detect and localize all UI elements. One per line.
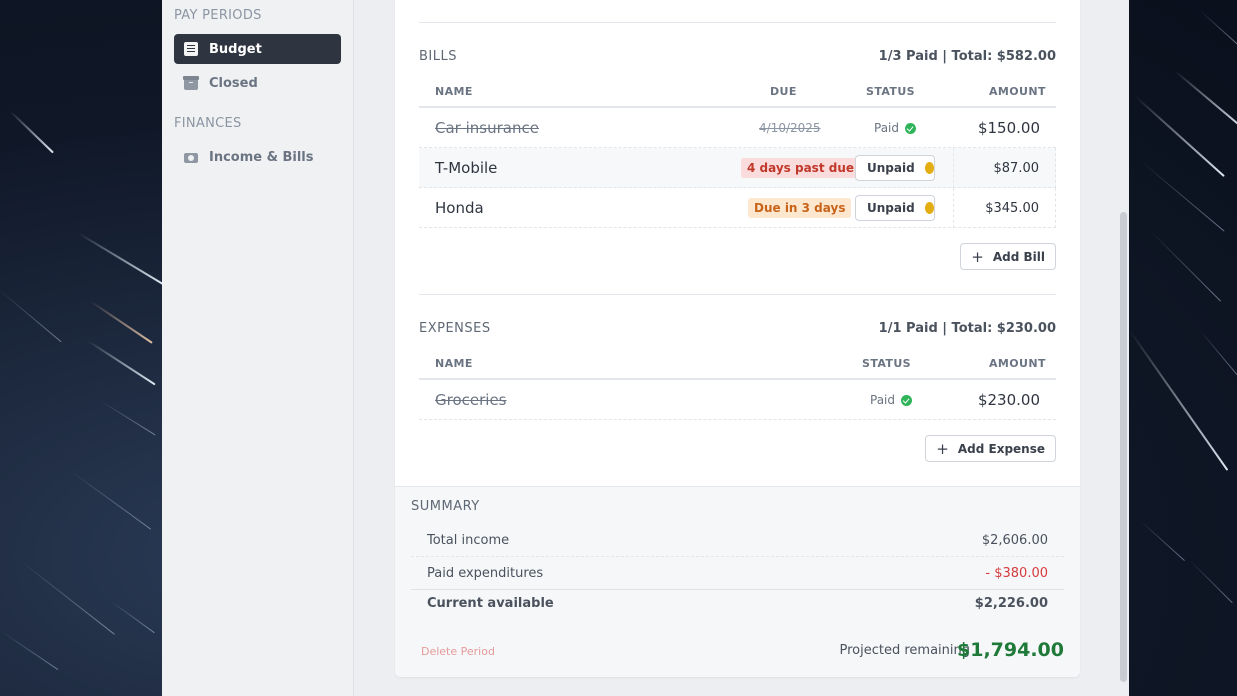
bill-due: 4/10/2025 — [759, 121, 821, 135]
add-expense-button[interactable]: + Add Expense — [925, 435, 1056, 462]
sidebar: PAY PERIODS Budget Closed FINANCES Incom… — [162, 0, 354, 696]
finances-heading: FINANCES — [174, 116, 242, 131]
unpaid-toggle-button[interactable]: Unpaid — [855, 195, 935, 221]
pending-dot-icon — [924, 162, 934, 174]
sidebar-item-closed[interactable]: Closed — [174, 68, 341, 98]
sidebar-item-label: Budget — [209, 41, 262, 57]
past-due-badge: 4 days past due — [741, 158, 861, 178]
expense-status-cell: Paid — [870, 380, 913, 420]
paid-status[interactable]: Paid — [870, 393, 913, 407]
expenses-title: EXPENSES — [419, 321, 491, 336]
cash-icon — [184, 153, 198, 163]
sidebar-item-income-bills[interactable]: Income & Bills — [174, 142, 341, 172]
table-row[interactable]: Car insurance 4/10/2025 Paid $150.00 — [419, 106, 1056, 148]
current-available-label: Current available — [427, 596, 554, 611]
check-circle-icon — [905, 122, 917, 134]
pay-periods-heading: PAY PERIODS — [174, 8, 262, 23]
bill-due-cell: 4/10/2025 — [759, 108, 821, 148]
bill-due-cell: Due in 3 days — [748, 188, 852, 228]
sidebar-item-budget[interactable]: Budget — [174, 34, 341, 64]
paid-status[interactable]: Paid — [874, 121, 917, 135]
paid-expenditures-value: - $380.00 — [985, 566, 1048, 581]
plus-icon: + — [936, 439, 949, 458]
summary-panel: SUMMARY Total income $2,606.00 Paid expe… — [395, 486, 1080, 677]
expenses-col-name: NAME — [435, 357, 473, 370]
table-row[interactable]: Honda Due in 3 days Unpaid $345.00 — [419, 188, 1056, 228]
bill-due-cell: 4 days past due — [741, 148, 861, 188]
paid-expenditures-label: Paid expenditures — [427, 566, 544, 581]
delete-period-link[interactable]: Delete Period — [421, 645, 495, 658]
projected-remaining-value: $1,794.00 — [957, 639, 1064, 661]
paid-expenditures-row: Paid expenditures - $380.00 — [411, 557, 1064, 590]
bills-col-status: STATUS — [866, 85, 915, 98]
bill-status-cell: Unpaid — [855, 148, 935, 188]
amount-cell[interactable]: $87.00 — [953, 148, 1056, 188]
expense-amount: $230.00 — [977, 391, 1040, 409]
divider — [419, 294, 1056, 295]
current-available-value: $2,226.00 — [974, 596, 1048, 611]
bill-status-cell: Unpaid — [855, 188, 935, 228]
add-bill-button[interactable]: + Add Bill — [960, 243, 1056, 270]
scrollbar-thumb[interactable] — [1120, 212, 1127, 682]
sidebar-item-label: Closed — [209, 75, 258, 91]
due-soon-badge: Due in 3 days — [748, 198, 852, 218]
table-row[interactable]: T-Mobile 4 days past due Unpaid $87.00 — [419, 148, 1056, 188]
bill-status-cell: Paid — [874, 108, 917, 148]
expense-name: Groceries — [435, 391, 507, 409]
plus-icon: + — [971, 247, 984, 266]
amount-cell[interactable]: $345.00 — [953, 188, 1056, 228]
sidebar-item-label: Income & Bills — [209, 149, 314, 165]
bill-amount: $345.00 — [985, 200, 1039, 216]
projected-remaining-label: Projected remaining — [839, 643, 970, 658]
status-text: Paid — [874, 121, 900, 135]
archive-icon — [183, 76, 199, 90]
bill-name: Car insurance — [435, 119, 539, 137]
bill-name: T-Mobile — [435, 159, 498, 177]
check-circle-icon — [901, 394, 913, 406]
pending-dot-icon — [924, 202, 934, 214]
total-income-label: Total income — [427, 533, 510, 548]
bill-name: Honda — [435, 199, 484, 217]
unpaid-toggle-button[interactable]: Unpaid — [855, 155, 935, 181]
bill-amount: $87.00 — [993, 160, 1040, 176]
budget-app-window: PAY PERIODS Budget Closed FINANCES Incom… — [162, 0, 1129, 696]
bills-col-due: DUE — [770, 85, 797, 98]
bill-amount: $150.00 — [977, 119, 1040, 137]
bills-summary: 1/3 Paid | Total: $582.00 — [878, 49, 1056, 64]
expenses-col-amount: AMOUNT — [989, 357, 1046, 370]
divider — [419, 22, 1056, 23]
total-income-row: Total income $2,606.00 — [411, 524, 1064, 557]
document-icon — [184, 42, 198, 56]
summary-title: SUMMARY — [411, 499, 480, 514]
bills-title: BILLS — [419, 49, 457, 64]
budget-card: BILLS 1/3 Paid | Total: $582.00 NAME DUE… — [395, 0, 1080, 677]
add-expense-label: Add Expense — [957, 441, 1045, 456]
bills-col-amount: AMOUNT — [989, 85, 1046, 98]
bills-col-name: NAME — [435, 85, 473, 98]
total-income-value: $2,606.00 — [981, 533, 1048, 548]
add-bill-label: Add Bill — [992, 249, 1045, 264]
status-text: Paid — [870, 393, 896, 407]
current-available-row: Current available $2,226.00 — [411, 587, 1064, 620]
status-text: Unpaid — [867, 201, 915, 215]
expenses-summary: 1/1 Paid | Total: $230.00 — [878, 321, 1056, 336]
table-row[interactable]: Groceries Paid $230.00 — [419, 378, 1056, 420]
status-text: Unpaid — [867, 161, 915, 175]
expenses-col-status: STATUS — [862, 357, 911, 370]
